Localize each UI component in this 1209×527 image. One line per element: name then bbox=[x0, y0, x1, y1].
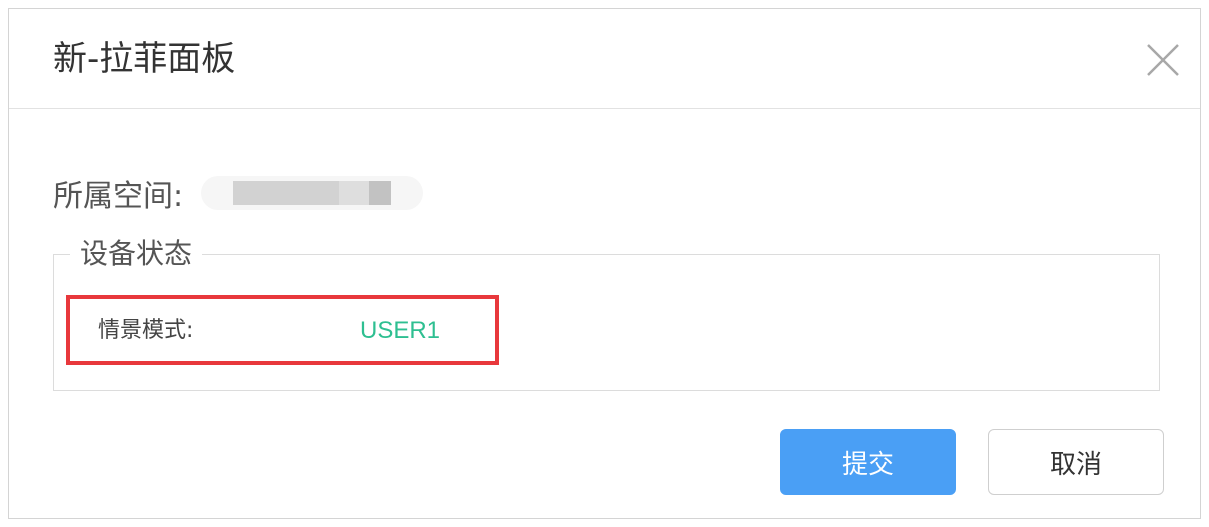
close-icon bbox=[1147, 44, 1179, 76]
space-label: 所属空间: bbox=[53, 179, 184, 214]
dialog-title: 新-拉菲面板 bbox=[53, 39, 236, 79]
scene-mode-label: 情景模式: bbox=[98, 318, 194, 343]
dialog: 新-拉菲面板 所属空间: 设备状态 情景模式: USER1 提交 取消 bbox=[8, 8, 1201, 519]
dialog-header: 新-拉菲面板 bbox=[9, 9, 1200, 109]
submit-button[interactable]: 提交 bbox=[780, 429, 956, 495]
space-value-redacted bbox=[201, 176, 424, 210]
scene-mode-row: 情景模式: USER1 bbox=[66, 295, 499, 365]
scene-mode-value: USER1 bbox=[360, 317, 441, 344]
device-status-group: 设备状态 情景模式: USER1 bbox=[53, 237, 1160, 391]
close-button[interactable] bbox=[1144, 41, 1182, 79]
cancel-button[interactable]: 取消 bbox=[988, 429, 1164, 495]
device-status-legend: 设备状态 bbox=[70, 237, 203, 271]
space-field: 所属空间: bbox=[53, 173, 424, 214]
